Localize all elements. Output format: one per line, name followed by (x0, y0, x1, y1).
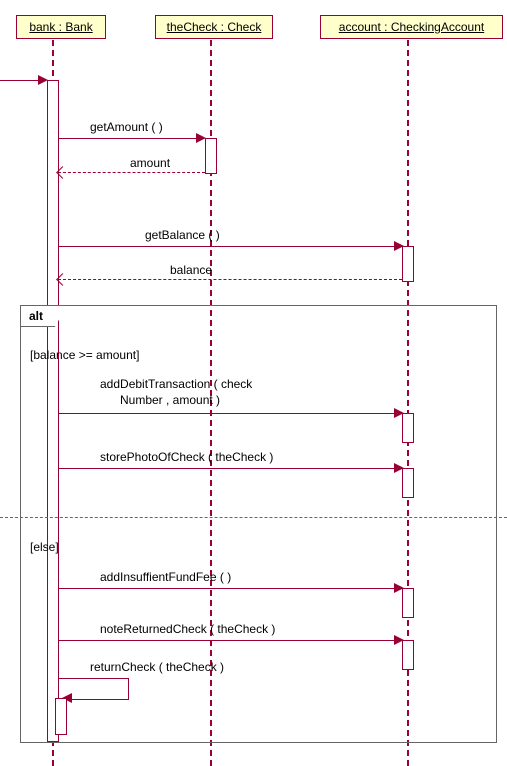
activation-account-notereturned (402, 640, 414, 670)
participant-check: theCheck : Check (155, 15, 273, 39)
activation-check-getamount (205, 138, 217, 174)
participant-bank-label: bank : Bank (29, 20, 92, 34)
msg-storephoto-label: storePhotoOfCheck ( theCheck ) (100, 450, 273, 464)
found-message-line (0, 80, 42, 81)
msg-addinsuff-line (58, 588, 398, 589)
activation-account-getbalance (402, 246, 414, 282)
msg-returncheck-label: returnCheck ( theCheck ) (90, 660, 224, 674)
msg-getbalance-label: getBalance ( ) (145, 228, 220, 242)
activation-bank-returncheck (55, 698, 67, 735)
msg-getamount-line (58, 138, 200, 139)
alt-divider (0, 517, 507, 518)
msg-amount-label: amount (130, 156, 170, 170)
msg-adddebit-line (58, 413, 398, 414)
msg-adddebit-label2: Number , amount ) (120, 393, 220, 407)
msg-notereturned-line (58, 640, 398, 641)
activation-account-storephoto (402, 468, 414, 498)
activation-account-adddebit (402, 413, 414, 443)
alt-label: alt (20, 305, 61, 327)
msg-addinsuff-label: addInsuffientFundFee ( ) (100, 570, 231, 584)
msg-getbalance-line (58, 246, 398, 247)
activation-account-insuff (402, 588, 414, 618)
participant-check-label: theCheck : Check (167, 20, 262, 34)
msg-balance-label: balance (170, 263, 212, 277)
participant-account-label: account : CheckingAccount (339, 20, 484, 34)
msg-amount-line (58, 172, 205, 173)
msg-getamount-label: getAmount ( ) (90, 120, 163, 134)
msg-balance-line (58, 279, 402, 280)
guard-balance-ge-amount: [balance >= amount] (30, 348, 139, 362)
msg-notereturned-label: noteReturnedCheck ( theCheck ) (100, 622, 275, 636)
msg-storephoto-line (58, 468, 398, 469)
guard-else: [else] (30, 540, 59, 554)
msg-adddebit-label1: addDebitTransaction ( check (100, 377, 252, 391)
participant-bank: bank : Bank (16, 15, 106, 39)
participant-account: account : CheckingAccount (320, 15, 503, 39)
